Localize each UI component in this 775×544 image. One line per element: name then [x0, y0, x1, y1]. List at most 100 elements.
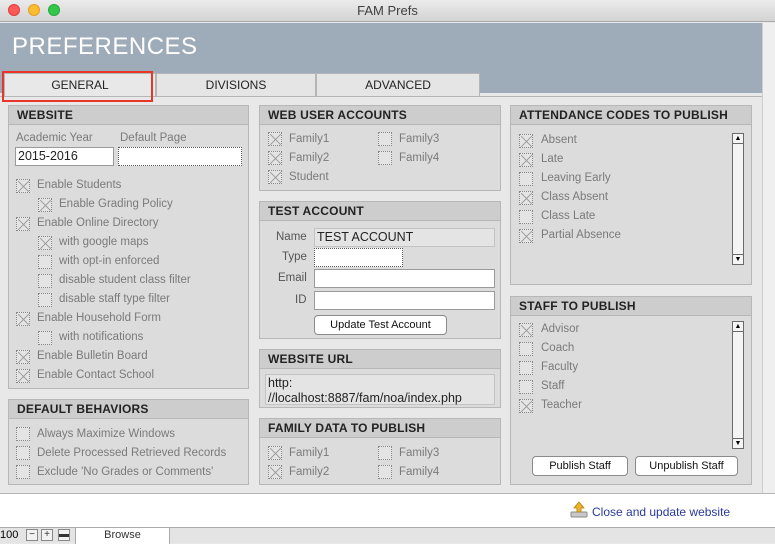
default-behaviors-heading: DEFAULT BEHAVIORS — [9, 400, 248, 419]
disable-student-class-filter-label: disable student class filter — [59, 274, 191, 286]
enable-students-checkbox[interactable] — [16, 179, 30, 193]
web-family2-label: Family2 — [289, 152, 330, 164]
web-family4-label: Family4 — [399, 152, 440, 164]
partial-absence-label: Partial Absence — [541, 229, 621, 241]
web-student-checkbox[interactable] — [268, 170, 282, 184]
data-family1-checkbox[interactable] — [268, 446, 282, 460]
website-url-line2: //localhost:8887/fam/noa/index.php — [268, 391, 462, 405]
web-family1-label: Family1 — [289, 133, 330, 145]
unpublish-staff-button[interactable]: Unpublish Staff — [635, 456, 738, 476]
scroll-up-arrow-icon[interactable]: ▲ — [733, 322, 743, 332]
window-scroll-strip — [762, 23, 775, 493]
test-id-field[interactable] — [314, 291, 495, 310]
exclude-no-grades-checkbox[interactable] — [16, 465, 30, 479]
late-label: Late — [541, 153, 564, 165]
web-family3-checkbox[interactable] — [378, 132, 392, 146]
staff-scrollbar[interactable]: ▲ ▼ — [732, 321, 744, 449]
footer: Close and update website — [0, 493, 775, 527]
enable-grading-policy-checkbox[interactable] — [38, 198, 52, 212]
update-test-account-button[interactable]: Update Test Account — [314, 315, 447, 335]
class-absent-checkbox[interactable] — [519, 191, 533, 205]
coach-label: Coach — [541, 342, 575, 354]
tab-general[interactable]: GENERAL — [4, 73, 156, 96]
website-heading: WEBSITE — [9, 106, 248, 125]
partial-absence-checkbox[interactable] — [519, 229, 533, 243]
data-family4-checkbox[interactable] — [378, 465, 392, 479]
disable-staff-type-filter-label: disable staff type filter — [59, 293, 171, 305]
web-family4-checkbox[interactable] — [378, 151, 392, 165]
scroll-down-arrow-icon[interactable]: ▼ — [733, 438, 743, 448]
test-id-label: ID — [295, 294, 307, 306]
class-late-label: Class Late — [541, 210, 596, 222]
academic-year-field[interactable]: 2015-2016 — [15, 147, 114, 166]
tab-advanced-label: ADVANCED — [365, 78, 431, 92]
faculty-label: Faculty — [541, 361, 579, 373]
test-account-panel: TEST ACCOUNT Name TEST ACCOUNT Type Emai… — [259, 201, 501, 339]
disable-student-class-filter-checkbox[interactable] — [38, 274, 52, 288]
web-family2-checkbox[interactable] — [268, 151, 282, 165]
enable-household-form-checkbox[interactable] — [16, 312, 30, 326]
data-family2-checkbox[interactable] — [268, 465, 282, 479]
advisor-checkbox[interactable] — [519, 323, 533, 337]
leaving-early-checkbox[interactable] — [519, 172, 533, 186]
always-maximize-windows-label: Always Maximize Windows — [37, 428, 176, 440]
minimize-window-button[interactable] — [28, 4, 40, 16]
mode-indicator[interactable]: Browse — [75, 528, 170, 544]
web-family3-label: Family3 — [399, 133, 440, 145]
toolbar-toggle-icon[interactable]: ▬ — [58, 529, 70, 541]
web-family1-checkbox[interactable] — [268, 132, 282, 146]
delete-processed-records-label: Delete Processed Retrieved Records — [37, 447, 227, 459]
with-notifications-checkbox[interactable] — [38, 331, 52, 345]
tab-general-label: GENERAL — [51, 78, 109, 92]
data-family3-checkbox[interactable] — [378, 446, 392, 460]
close-window-button[interactable] — [8, 4, 20, 16]
disable-staff-type-filter-checkbox[interactable] — [38, 293, 52, 307]
delete-processed-records-checkbox[interactable] — [16, 446, 30, 460]
close-and-update-link[interactable]: Close and update website — [592, 505, 730, 519]
family-data-panel: FAMILY DATA TO PUBLISH Family1 Family3 F… — [259, 418, 501, 485]
zoom-in-icon[interactable]: + — [41, 529, 53, 541]
zoom-level[interactable]: 100 — [0, 528, 24, 543]
with-google-maps-checkbox[interactable] — [38, 236, 52, 250]
with-notifications-label: with notifications — [59, 331, 144, 343]
test-type-field[interactable] — [314, 248, 403, 267]
publish-staff-button[interactable]: Publish Staff — [532, 456, 628, 476]
attendance-codes-heading: ATTENDANCE CODES TO PUBLISH — [511, 106, 751, 125]
website-url-field[interactable]: http: //localhost:8887/fam/noa/index.php — [265, 374, 495, 405]
zoom-out-icon[interactable]: − — [26, 529, 38, 541]
enable-bulletin-board-checkbox[interactable] — [16, 350, 30, 364]
late-checkbox[interactable] — [519, 153, 533, 167]
teacher-label: Teacher — [541, 399, 582, 411]
family-data-heading: FAMILY DATA TO PUBLISH — [260, 419, 500, 438]
test-email-field[interactable] — [314, 269, 495, 288]
data-family3-label: Family3 — [399, 447, 440, 459]
enable-online-directory-label: Enable Online Directory — [37, 217, 159, 229]
default-page-field[interactable] — [118, 147, 242, 166]
tab-advanced[interactable]: ADVANCED — [316, 73, 480, 96]
absent-checkbox[interactable] — [519, 134, 533, 148]
class-late-checkbox[interactable] — [519, 210, 533, 224]
test-name-field[interactable]: TEST ACCOUNT — [314, 228, 495, 247]
staff-to-publish-panel: STAFF TO PUBLISH Advisor Coach Faculty S… — [510, 296, 752, 485]
web-user-accounts-panel: WEB USER ACCOUNTS Family1 Family3 Family… — [259, 105, 501, 191]
zoom-window-button[interactable] — [48, 4, 60, 16]
staff-checkbox[interactable] — [519, 380, 533, 394]
faculty-checkbox[interactable] — [519, 361, 533, 375]
scroll-down-arrow-icon[interactable]: ▼ — [733, 254, 743, 264]
enable-online-directory-checkbox[interactable] — [16, 217, 30, 231]
coach-checkbox[interactable] — [519, 342, 533, 356]
window-title: FAM Prefs — [357, 3, 418, 18]
website-url-line1: http: — [268, 376, 293, 390]
exclude-no-grades-label: Exclude 'No Grades or Comments' — [37, 466, 214, 478]
with-opt-in-enforced-checkbox[interactable] — [38, 255, 52, 269]
scroll-up-arrow-icon[interactable]: ▲ — [733, 134, 743, 144]
staff-label: Staff — [541, 380, 565, 392]
tab-divisions[interactable]: DIVISIONS — [156, 73, 316, 96]
attendance-scrollbar[interactable]: ▲ ▼ — [732, 133, 744, 265]
enable-contact-school-checkbox[interactable] — [16, 369, 30, 383]
teacher-checkbox[interactable] — [519, 399, 533, 413]
website-panel: WEBSITE Academic Year Default Page 2015-… — [8, 105, 249, 389]
upload-icon[interactable] — [570, 501, 588, 519]
enable-grading-policy-label: Enable Grading Policy — [59, 198, 173, 210]
always-maximize-windows-checkbox[interactable] — [16, 427, 30, 441]
